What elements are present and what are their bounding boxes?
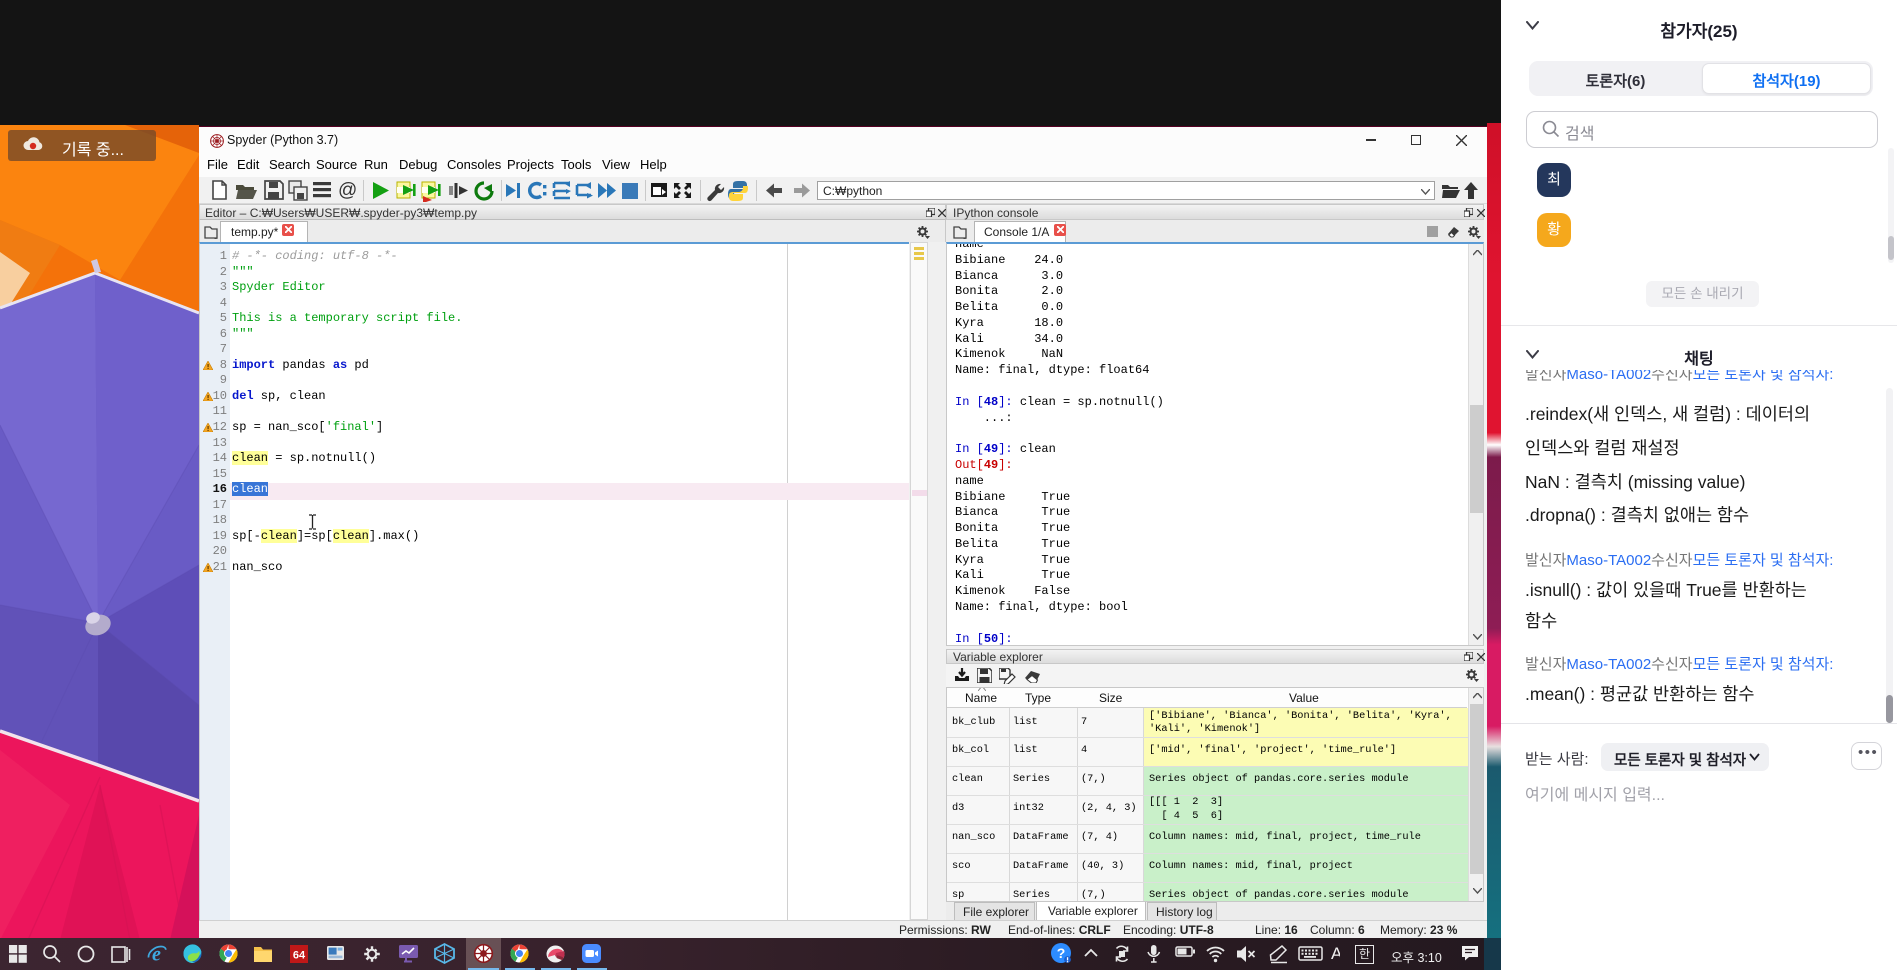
svg-text:@: @: [338, 180, 357, 201]
svg-text:?: ?: [1057, 945, 1066, 961]
svg-text:A: A: [1331, 944, 1340, 963]
svg-text:64: 64: [293, 950, 306, 962]
